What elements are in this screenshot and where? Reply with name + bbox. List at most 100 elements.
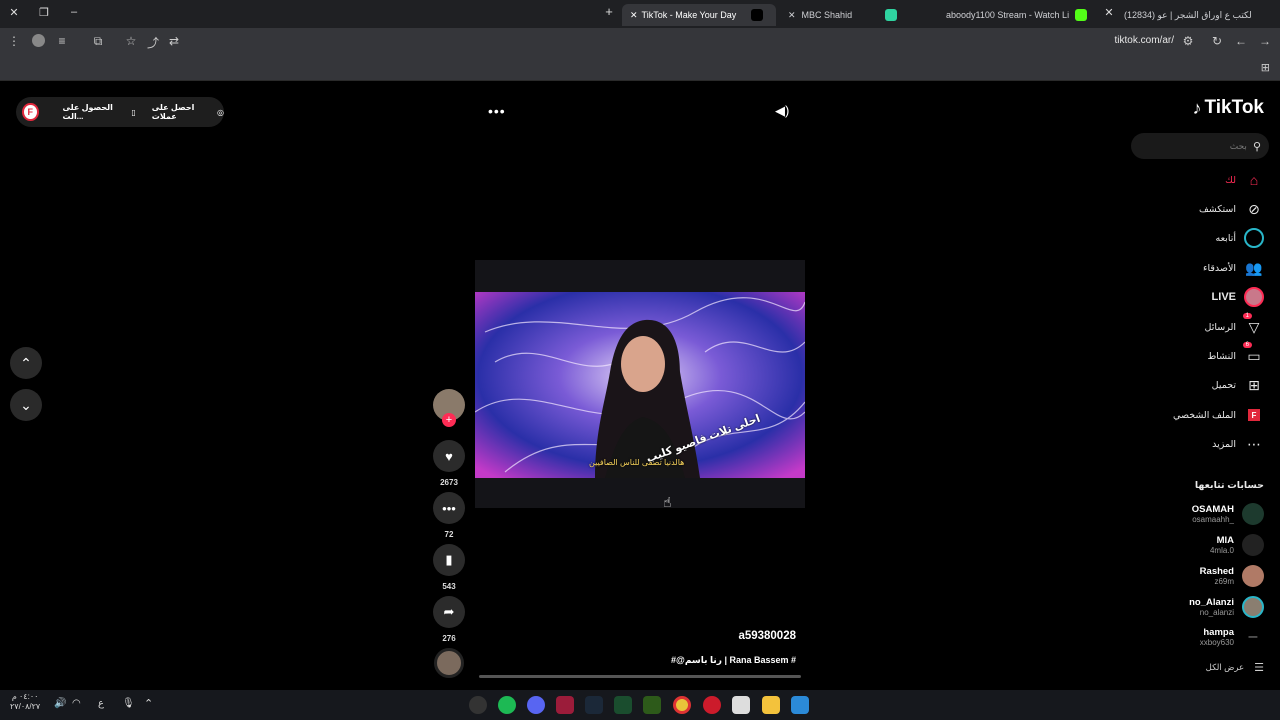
heart-icon[interactable]: ♥ [433, 440, 465, 472]
tray-expand-icon[interactable]: ⌃ [144, 697, 153, 710]
follow-plus-icon[interactable]: + [442, 413, 456, 427]
music-disc[interactable] [432, 648, 466, 678]
save-action[interactable]: ▮ 543 [432, 544, 466, 591]
clock[interactable]: ٠٤:٠٠ م ٢٧/٠٨/٢٧ [10, 692, 40, 712]
comment-icon[interactable]: ••• [433, 492, 465, 524]
creator-avatar[interactable]: + [432, 389, 466, 427]
chevron-up-icon: ⌃ [20, 354, 32, 371]
nav-messages[interactable]: الرسائل ▽ 1 [1205, 313, 1264, 337]
tab-youtube[interactable]: (12834) لكتب ع اوراق الشجر | عو [1116, 4, 1256, 26]
get-coins-button[interactable]: احصل على عملات ◎ [152, 103, 224, 121]
video-frame-image[interactable]: احلى تلات فاصيو كليب هالدنيا تصفى للناس … [475, 292, 805, 478]
tab-tiktok[interactable]: ✕ TikTok - Make Your Day [622, 4, 776, 26]
menu-icon[interactable]: ⋮ [6, 34, 22, 48]
bookmark-star-icon[interactable]: ☆ [123, 34, 139, 48]
account-username: 4mla.0 [1209, 546, 1234, 555]
site-settings-icon[interactable]: ⚙ [1180, 34, 1196, 48]
address-bar[interactable]: tiktok.com/ar/ [1115, 35, 1174, 46]
apps-grid-icon[interactable]: ⊞ [1261, 61, 1270, 74]
profile-avatar-icon[interactable] [30, 34, 46, 50]
adobe-app-icon[interactable] [556, 696, 574, 714]
spotify-icon[interactable] [498, 696, 516, 714]
reload-icon[interactable]: ↻ [1209, 34, 1225, 48]
comment-action[interactable]: ••• 72 [432, 492, 466, 539]
list-icon: ☰ [1254, 662, 1264, 674]
account-item[interactable]: no_Alanzi no_alanzi [1189, 596, 1264, 618]
video-description[interactable]: #@رنا باسم | Rana Bassem # [671, 655, 796, 666]
phone-icon: ▯ [131, 107, 136, 117]
nav-profile[interactable]: الملف الشخصي F [1173, 405, 1264, 425]
wifi-icon[interactable]: ◠ [72, 698, 81, 709]
file-explorer-icon[interactable] [762, 696, 780, 714]
share-icon[interactable]: ⤴ [145, 34, 161, 51]
microphone-icon[interactable]: 🎙 [122, 698, 135, 709]
nav-upload[interactable]: تحميل ⊞ [1212, 375, 1264, 395]
search-placeholder: بحث [1229, 140, 1247, 151]
like-action[interactable]: ♥ 2673 [432, 440, 466, 487]
next-video-button[interactable]: ⌄ [10, 389, 42, 421]
nav-explore[interactable]: استكشف ⊘ [1199, 199, 1264, 219]
tab-close-icon[interactable]: ✕ [630, 10, 638, 21]
forward-icon[interactable]: → [1257, 34, 1273, 48]
nav-more[interactable]: المزيد ⋯ [1212, 434, 1264, 454]
account-item[interactable]: hampa xxboy630 – [1200, 626, 1264, 648]
account-name: MIA [1216, 535, 1234, 546]
nav-live[interactable]: LIVE [1212, 287, 1264, 307]
volume-tray-icon[interactable]: 🔊 [54, 698, 66, 709]
share-action[interactable]: ➦ 276 [432, 596, 466, 643]
language-indicator[interactable]: ع [98, 698, 104, 709]
tab-label: TikTok - Make Your Day [641, 10, 737, 20]
minimize-window-icon[interactable]: – [66, 6, 82, 18]
nav-following[interactable]: أتابعه [1216, 228, 1264, 248]
search-input[interactable]: بحث ⚲ [1131, 133, 1269, 159]
see-all-label: عرض الكل [1205, 662, 1245, 672]
volume-icon[interactable]: ◀) [775, 103, 789, 119]
steam-alt-app-icon[interactable] [469, 696, 487, 714]
chrome-icon[interactable] [673, 696, 691, 714]
account-name: no_Alanzi [1189, 597, 1234, 608]
close-window-icon[interactable]: ✕ [6, 6, 22, 19]
following-accounts-title: حسابات تتابعها [1194, 480, 1264, 491]
tab-close-icon[interactable]: ✕ [788, 10, 796, 21]
upload-icon: ⊞ [1248, 376, 1260, 393]
restore-window-icon[interactable]: ❐ [36, 6, 52, 19]
tab-kick[interactable]: aboody1100 Stream - Watch Li [938, 4, 1094, 26]
tab-shahid[interactable]: ✕ MBC Shahid [780, 4, 910, 26]
get-app-button[interactable]: الحصول على الت... ▯ [63, 103, 136, 121]
bookmark-icon[interactable]: ▮ [433, 544, 465, 576]
share-arrow-icon[interactable]: ➦ [433, 596, 465, 628]
new-tab-icon[interactable]: + [601, 4, 617, 19]
nav-for-you[interactable]: لك ⌂ [1225, 170, 1264, 190]
browser-toolbar [0, 28, 1280, 56]
account-item[interactable]: Rashed z69m [1200, 565, 1264, 587]
more-options-icon[interactable]: ••• [488, 103, 506, 119]
video-progress-bar[interactable] [479, 675, 801, 678]
tab-close-icon[interactable]: ✕ [1101, 6, 1117, 19]
nav-friends[interactable]: الأصدقاء 👥 [1203, 258, 1264, 278]
music-disc-icon [434, 648, 464, 678]
previous-video-button[interactable]: ⌃ [10, 347, 42, 379]
discord-icon[interactable] [527, 696, 545, 714]
chevron-down-icon: ⌄ [20, 396, 32, 413]
account-name: Rashed [1199, 566, 1234, 577]
back-icon[interactable]: ← [1233, 34, 1249, 48]
steam-icon[interactable] [585, 696, 603, 714]
tiktok-logo[interactable]: ♪ TikTok [1193, 97, 1264, 119]
nav-activity[interactable]: النشاط ▭ 6 [1207, 342, 1264, 366]
opera-icon[interactable] [703, 696, 721, 714]
nvidia-icon[interactable] [643, 696, 661, 714]
extensions-icon[interactable]: ⧉ [90, 34, 106, 49]
translate-icon[interactable]: ⇄ [166, 34, 182, 48]
account-item[interactable]: MIA 4mla.0 [1210, 534, 1264, 556]
xbox-app-icon[interactable] [614, 696, 632, 714]
video-author[interactable]: a59380028 [738, 630, 796, 642]
video-caption-line2: هالدنيا تصفى للناس الصافيين [589, 458, 685, 467]
account-item[interactable]: OSAMAH osamaahh_ [1192, 503, 1264, 525]
avatar [1242, 534, 1264, 556]
user-avatar[interactable]: F [22, 103, 39, 121]
store-icon[interactable] [732, 696, 750, 714]
media-icon[interactable]: ≡ [54, 34, 70, 48]
see-all-link[interactable]: عرض الكل ☰ [1206, 661, 1264, 674]
windows-start-icon[interactable] [791, 696, 809, 714]
activity-badge: 6 [1242, 342, 1252, 348]
